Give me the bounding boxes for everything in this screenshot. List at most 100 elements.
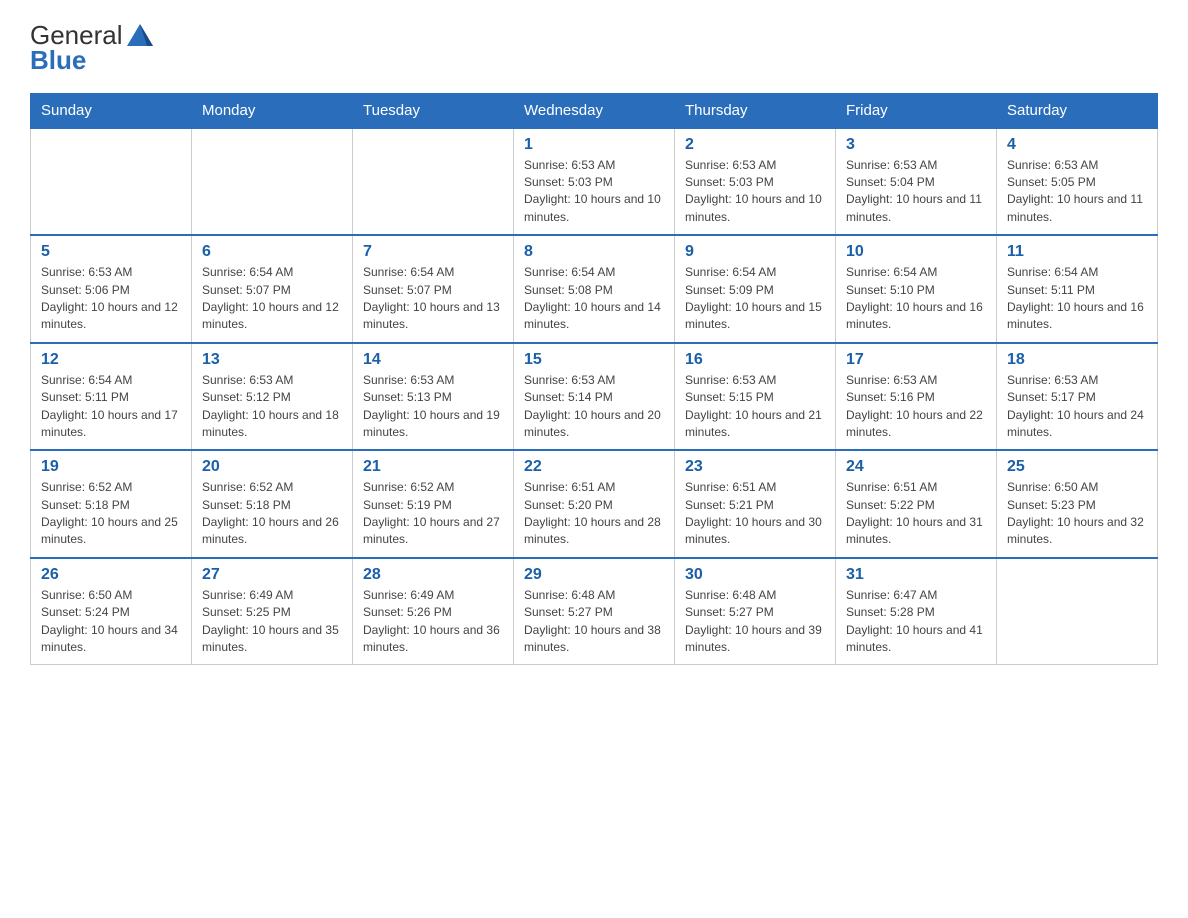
day-number: 23	[685, 458, 825, 476]
calendar-cell: 15 Sunrise: 6:53 AMSunset: 5:14 PMDayligh…	[514, 343, 675, 451]
day-info: Sunrise: 6:53 AMSunset: 5:13 PMDaylight:…	[363, 372, 503, 442]
day-number: 26	[41, 566, 181, 584]
calendar-cell: 20 Sunrise: 6:52 AMSunset: 5:18 PMDayligh…	[192, 450, 353, 558]
calendar-cell: 24Sunrise: 6:51 AMSunset: 5:22 PMDayligh…	[836, 450, 997, 558]
header-saturday: Saturday	[997, 93, 1158, 128]
calendar-cell: 7Sunrise: 6:54 AMSunset: 5:07 PMDaylight…	[353, 235, 514, 343]
header: General Blue	[30, 20, 1158, 75]
day-number: 29	[524, 566, 664, 584]
day-info: Sunrise: 6:52 AMSunset: 5:18 PMDaylight:…	[202, 479, 342, 549]
calendar-cell: 29 Sunrise: 6:48 AMSunset: 5:27 PMDayligh…	[514, 558, 675, 665]
day-number: 8	[524, 243, 664, 261]
day-number: 2	[685, 136, 825, 154]
day-info: Sunrise: 6:53 AMSunset: 5:16 PMDaylight:…	[846, 372, 986, 442]
calendar-cell: 28 Sunrise: 6:49 AMSunset: 5:26 PMDayligh…	[353, 558, 514, 665]
day-info: Sunrise: 6:54 AMSunset: 5:11 PMDaylight:…	[1007, 264, 1147, 334]
day-info: Sunrise: 6:51 AMSunset: 5:21 PMDaylight:…	[685, 479, 825, 549]
calendar-table: Sunday Monday Tuesday Wednesday Thursday…	[30, 93, 1158, 666]
header-tuesday: Tuesday	[353, 93, 514, 128]
calendar-cell: 19Sunrise: 6:52 AMSunset: 5:18 PMDayligh…	[31, 450, 192, 558]
header-sunday: Sunday	[31, 93, 192, 128]
calendar-cell: 16Sunrise: 6:53 AMSunset: 5:15 PMDayligh…	[675, 343, 836, 451]
day-info: Sunrise: 6:49 AMSunset: 5:25 PMDaylight:…	[202, 587, 342, 657]
day-number: 5	[41, 243, 181, 261]
day-number: 11	[1007, 243, 1147, 261]
calendar-cell: 3Sunrise: 6:53 AMSunset: 5:04 PMDaylight…	[836, 128, 997, 236]
week-row-4: 19Sunrise: 6:52 AMSunset: 5:18 PMDayligh…	[31, 450, 1158, 558]
day-info: Sunrise: 6:53 AMSunset: 5:15 PMDaylight:…	[685, 372, 825, 442]
page: General Blue Sunday Monday Tuesday Wedne…	[0, 0, 1188, 685]
calendar-cell: 18Sunrise: 6:53 AMSunset: 5:17 PMDayligh…	[997, 343, 1158, 451]
calendar-cell: 1 Sunrise: 6:53 AMSunset: 5:03 PMDaylight…	[514, 128, 675, 236]
calendar-cell	[31, 128, 192, 236]
day-info: Sunrise: 6:52 AMSunset: 5:19 PMDaylight:…	[363, 479, 503, 549]
day-info: Sunrise: 6:53 AMSunset: 5:17 PMDaylight:…	[1007, 372, 1147, 442]
week-row-3: 12 Sunrise: 6:54 AMSunset: 5:11 PMDayligh…	[31, 343, 1158, 451]
calendar-cell: 8 Sunrise: 6:54 AMSunset: 5:08 PMDaylight…	[514, 235, 675, 343]
header-friday: Friday	[836, 93, 997, 128]
calendar-cell: 13 Sunrise: 6:53 AMSunset: 5:12 PMDayligh…	[192, 343, 353, 451]
header-wednesday: Wednesday	[514, 93, 675, 128]
day-info: Sunrise: 6:49 AMSunset: 5:26 PMDaylight:…	[363, 587, 503, 657]
calendar-cell: 22Sunrise: 6:51 AMSunset: 5:20 PMDayligh…	[514, 450, 675, 558]
day-info: Sunrise: 6:47 AMSunset: 5:28 PMDaylight:…	[846, 587, 986, 657]
day-info: Sunrise: 6:48 AMSunset: 5:27 PMDaylight:…	[685, 587, 825, 657]
day-number: 22	[524, 458, 664, 476]
calendar-cell: 23 Sunrise: 6:51 AMSunset: 5:21 PMDayligh…	[675, 450, 836, 558]
day-info: Sunrise: 6:54 AMSunset: 5:09 PMDaylight:…	[685, 264, 825, 334]
day-number: 7	[363, 243, 503, 261]
day-number: 31	[846, 566, 986, 584]
calendar-cell: 9 Sunrise: 6:54 AMSunset: 5:09 PMDaylight…	[675, 235, 836, 343]
day-info: Sunrise: 6:50 AMSunset: 5:23 PMDaylight:…	[1007, 479, 1147, 549]
calendar-cell: 5 Sunrise: 6:53 AMSunset: 5:06 PMDaylight…	[31, 235, 192, 343]
calendar-cell: 17 Sunrise: 6:53 AMSunset: 5:16 PMDayligh…	[836, 343, 997, 451]
day-number: 1	[524, 136, 664, 154]
day-info: Sunrise: 6:51 AMSunset: 5:22 PMDaylight:…	[846, 479, 986, 549]
calendar-cell: 4 Sunrise: 6:53 AMSunset: 5:05 PMDaylight…	[997, 128, 1158, 236]
day-number: 3	[846, 136, 986, 154]
calendar-cell: 10 Sunrise: 6:54 AMSunset: 5:10 PMDayligh…	[836, 235, 997, 343]
day-number: 25	[1007, 458, 1147, 476]
calendar-cell: 14Sunrise: 6:53 AMSunset: 5:13 PMDayligh…	[353, 343, 514, 451]
day-info: Sunrise: 6:53 AMSunset: 5:12 PMDaylight:…	[202, 372, 342, 442]
day-number: 28	[363, 566, 503, 584]
day-number: 9	[685, 243, 825, 261]
day-info: Sunrise: 6:54 AMSunset: 5:08 PMDaylight:…	[524, 264, 664, 334]
calendar-cell: 31 Sunrise: 6:47 AMSunset: 5:28 PMDayligh…	[836, 558, 997, 665]
calendar-cell	[192, 128, 353, 236]
day-number: 12	[41, 351, 181, 369]
weekday-header-row: Sunday Monday Tuesday Wednesday Thursday…	[31, 93, 1158, 128]
calendar-cell	[353, 128, 514, 236]
day-number: 13	[202, 351, 342, 369]
calendar-cell: 6Sunrise: 6:54 AMSunset: 5:07 PMDaylight…	[192, 235, 353, 343]
calendar-cell: 30 Sunrise: 6:48 AMSunset: 5:27 PMDayligh…	[675, 558, 836, 665]
day-number: 10	[846, 243, 986, 261]
day-info: Sunrise: 6:54 AMSunset: 5:11 PMDaylight:…	[41, 372, 181, 442]
day-number: 30	[685, 566, 825, 584]
calendar-cell: 25 Sunrise: 6:50 AMSunset: 5:23 PMDayligh…	[997, 450, 1158, 558]
day-info: Sunrise: 6:54 AMSunset: 5:10 PMDaylight:…	[846, 264, 986, 334]
calendar-cell: 26Sunrise: 6:50 AMSunset: 5:24 PMDayligh…	[31, 558, 192, 665]
day-info: Sunrise: 6:52 AMSunset: 5:18 PMDaylight:…	[41, 479, 181, 549]
day-info: Sunrise: 6:53 AMSunset: 5:06 PMDaylight:…	[41, 264, 181, 334]
day-info: Sunrise: 6:48 AMSunset: 5:27 PMDaylight:…	[524, 587, 664, 657]
calendar-cell: 11 Sunrise: 6:54 AMSunset: 5:11 PMDayligh…	[997, 235, 1158, 343]
week-row-5: 26Sunrise: 6:50 AMSunset: 5:24 PMDayligh…	[31, 558, 1158, 665]
day-info: Sunrise: 6:53 AMSunset: 5:05 PMDaylight:…	[1007, 157, 1147, 227]
day-info: Sunrise: 6:53 AMSunset: 5:03 PMDaylight:…	[685, 157, 825, 227]
day-number: 17	[846, 351, 986, 369]
header-monday: Monday	[192, 93, 353, 128]
week-row-2: 5 Sunrise: 6:53 AMSunset: 5:06 PMDaylight…	[31, 235, 1158, 343]
day-info: Sunrise: 6:53 AMSunset: 5:14 PMDaylight:…	[524, 372, 664, 442]
day-info: Sunrise: 6:53 AMSunset: 5:03 PMDaylight:…	[524, 157, 664, 227]
calendar-cell	[997, 558, 1158, 665]
day-number: 15	[524, 351, 664, 369]
day-number: 4	[1007, 136, 1147, 154]
logo-blue-text: Blue	[30, 46, 155, 75]
calendar-cell: 27 Sunrise: 6:49 AMSunset: 5:25 PMDayligh…	[192, 558, 353, 665]
day-number: 20	[202, 458, 342, 476]
calendar-cell: 21Sunrise: 6:52 AMSunset: 5:19 PMDayligh…	[353, 450, 514, 558]
day-number: 27	[202, 566, 342, 584]
day-number: 6	[202, 243, 342, 261]
logo: General Blue	[30, 20, 155, 75]
